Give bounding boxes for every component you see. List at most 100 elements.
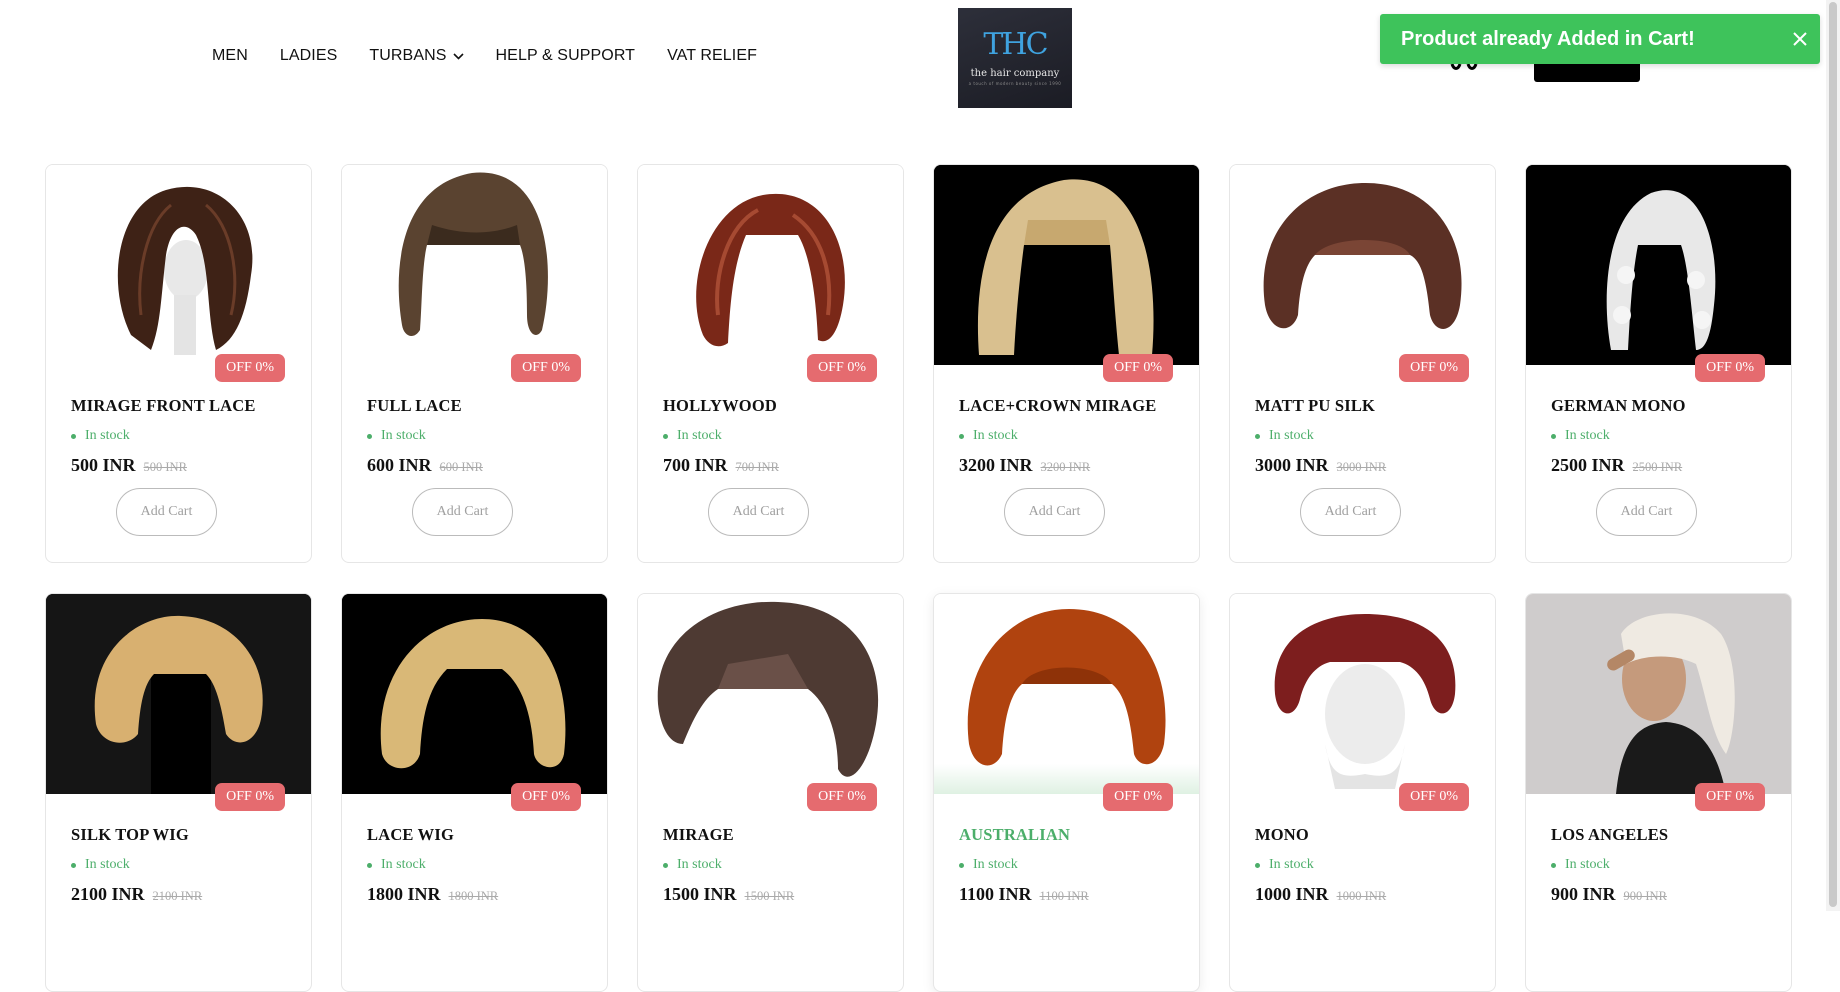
- site-logo[interactable]: THC the hair company a touch of modern b…: [958, 8, 1072, 108]
- product-old-price: 500 INR: [143, 460, 187, 474]
- product-title[interactable]: MONO: [1255, 825, 1495, 845]
- product-price: 3000 INR: [1255, 455, 1329, 475]
- add-cart-button[interactable]: Add Cart: [116, 488, 217, 536]
- product-image[interactable]: [638, 594, 903, 794]
- stock-dot-icon: [367, 433, 372, 439]
- product-title[interactable]: LACE WIG: [367, 825, 607, 845]
- discount-badge: OFF 0%: [807, 783, 877, 811]
- discount-badge: OFF 0%: [1695, 354, 1765, 382]
- product-price: 1100 INR: [959, 884, 1032, 904]
- product-image[interactable]: [1526, 594, 1791, 794]
- product-title[interactable]: MIRAGE: [663, 825, 903, 845]
- product-card[interactable]: OFF 0% LACE+CROWN MIRAGE In stock 3200 I…: [933, 164, 1200, 563]
- stock-label: In stock: [1565, 428, 1610, 443]
- discount-badge: OFF 0%: [215, 354, 285, 382]
- stock-label: In stock: [85, 857, 130, 872]
- stock-label: In stock: [677, 428, 722, 443]
- product-card[interactable]: OFF 0% GERMAN MONO In stock 2500 INR 2500…: [1525, 164, 1792, 563]
- stock-status: In stock: [1255, 857, 1495, 873]
- product-old-price: 2500 INR: [1632, 460, 1683, 474]
- discount-badge: OFF 0%: [1103, 783, 1173, 811]
- product-title[interactable]: AUSTRALIAN: [959, 825, 1199, 845]
- product-image[interactable]: [46, 165, 311, 365]
- product-old-price: 3000 INR: [1336, 460, 1387, 474]
- product-card[interactable]: OFF 0% MONO In stock 1000 INR 1000 INR: [1229, 593, 1496, 992]
- add-cart-button[interactable]: Add Cart: [1004, 488, 1105, 536]
- scrollbar-thumb[interactable]: [1829, 2, 1837, 907]
- product-price: 3200 INR: [959, 455, 1033, 475]
- product-card[interactable]: OFF 0% LOS ANGELES In stock 900 INR 900 I…: [1525, 593, 1792, 992]
- product-image[interactable]: [1526, 165, 1791, 365]
- stock-status: In stock: [663, 428, 903, 444]
- nav-ladies[interactable]: LADIES: [280, 47, 338, 65]
- product-image[interactable]: [46, 594, 311, 794]
- product-card[interactable]: OFF 0% SILK TOP WIG In stock 2100 INR 210…: [45, 593, 312, 992]
- nav-turbans-label: TURBANS: [369, 47, 447, 64]
- product-old-price: 600 INR: [439, 460, 483, 474]
- product-card[interactable]: OFF 0% HOLLYWOOD In stock 700 INR 700 INR…: [637, 164, 904, 563]
- product-image[interactable]: [638, 165, 903, 365]
- stock-dot-icon: [663, 862, 668, 868]
- product-title[interactable]: FULL LACE: [367, 396, 607, 416]
- cart-toast: Product already Added in Cart!: [1380, 14, 1820, 64]
- product-title[interactable]: LACE+CROWN MIRAGE: [959, 396, 1199, 416]
- stock-dot-icon: [663, 433, 668, 439]
- close-icon[interactable]: [1780, 19, 1820, 59]
- product-old-price: 3200 INR: [1040, 460, 1091, 474]
- product-price: 500 INR: [71, 455, 136, 475]
- stock-status: In stock: [959, 428, 1199, 444]
- nav-vat-relief[interactable]: VAT RELIEF: [667, 47, 757, 65]
- product-title[interactable]: GERMAN MONO: [1551, 396, 1791, 416]
- product-price: 600 INR: [367, 455, 432, 475]
- add-cart-button[interactable]: Add Cart: [708, 488, 809, 536]
- page-scrollbar[interactable]: [1826, 0, 1840, 911]
- product-card[interactable]: OFF 0% LACE WIG In stock 1800 INR 1800 IN…: [341, 593, 608, 992]
- product-card[interactable]: OFF 0% MIRAGE In stock 1500 INR 1500 INR: [637, 593, 904, 992]
- product-card[interactable]: OFF 0% MIRAGE FRONT LACE In stock 500 IN…: [45, 164, 312, 563]
- discount-badge: OFF 0%: [1399, 783, 1469, 811]
- stock-status: In stock: [663, 857, 903, 873]
- product-image[interactable]: [1230, 165, 1495, 365]
- product-title[interactable]: LOS ANGELES: [1551, 825, 1791, 845]
- stock-label: In stock: [1269, 428, 1314, 443]
- stock-status: In stock: [1255, 428, 1495, 444]
- stock-dot-icon: [1551, 433, 1556, 439]
- nav-turbans[interactable]: TURBANS: [369, 47, 464, 65]
- stock-status: In stock: [71, 857, 311, 873]
- product-price: 2100 INR: [71, 884, 145, 904]
- product-card[interactable]: OFF 0% FULL LACE In stock 600 INR 600 INR…: [341, 164, 608, 563]
- nav-men[interactable]: MEN: [212, 47, 248, 65]
- stock-label: In stock: [381, 857, 426, 872]
- stock-label: In stock: [973, 857, 1018, 872]
- add-cart-button[interactable]: Add Cart: [1596, 488, 1697, 536]
- stock-dot-icon: [1255, 862, 1260, 868]
- logo-tagline: a touch of modern beauty since 1990: [968, 81, 1062, 86]
- product-price: 1500 INR: [663, 884, 737, 904]
- product-card[interactable]: OFF 0% MATT PU SILK In stock 3000 INR 300…: [1229, 164, 1496, 563]
- product-image[interactable]: [1230, 594, 1495, 794]
- product-old-price: 900 INR: [1623, 889, 1667, 903]
- discount-badge: OFF 0%: [807, 354, 877, 382]
- product-title[interactable]: MIRAGE FRONT LACE: [71, 396, 311, 416]
- stock-dot-icon: [1551, 862, 1556, 868]
- product-image[interactable]: [934, 594, 1199, 794]
- product-price: 900 INR: [1551, 884, 1616, 904]
- product-title[interactable]: SILK TOP WIG: [71, 825, 311, 845]
- product-title[interactable]: MATT PU SILK: [1255, 396, 1495, 416]
- add-cart-button[interactable]: Add Cart: [412, 488, 513, 536]
- product-image[interactable]: [934, 165, 1199, 365]
- stock-label: In stock: [677, 857, 722, 872]
- discount-badge: OFF 0%: [215, 783, 285, 811]
- product-image[interactable]: [342, 165, 607, 365]
- product-image[interactable]: [342, 594, 607, 794]
- product-title[interactable]: HOLLYWOOD: [663, 396, 903, 416]
- nav-help-support[interactable]: HELP & SUPPORT: [496, 47, 636, 65]
- logo-monogram: THC: [983, 27, 1048, 62]
- product-card[interactable]: OFF 0% AUSTRALIAN In stock 1100 INR 1100 …: [933, 593, 1200, 992]
- product-old-price: 1100 INR: [1039, 889, 1089, 903]
- stock-dot-icon: [71, 433, 76, 439]
- add-cart-button[interactable]: Add Cart: [1300, 488, 1401, 536]
- stock-dot-icon: [71, 862, 76, 868]
- stock-status: In stock: [1551, 428, 1791, 444]
- product-old-price: 1000 INR: [1336, 889, 1387, 903]
